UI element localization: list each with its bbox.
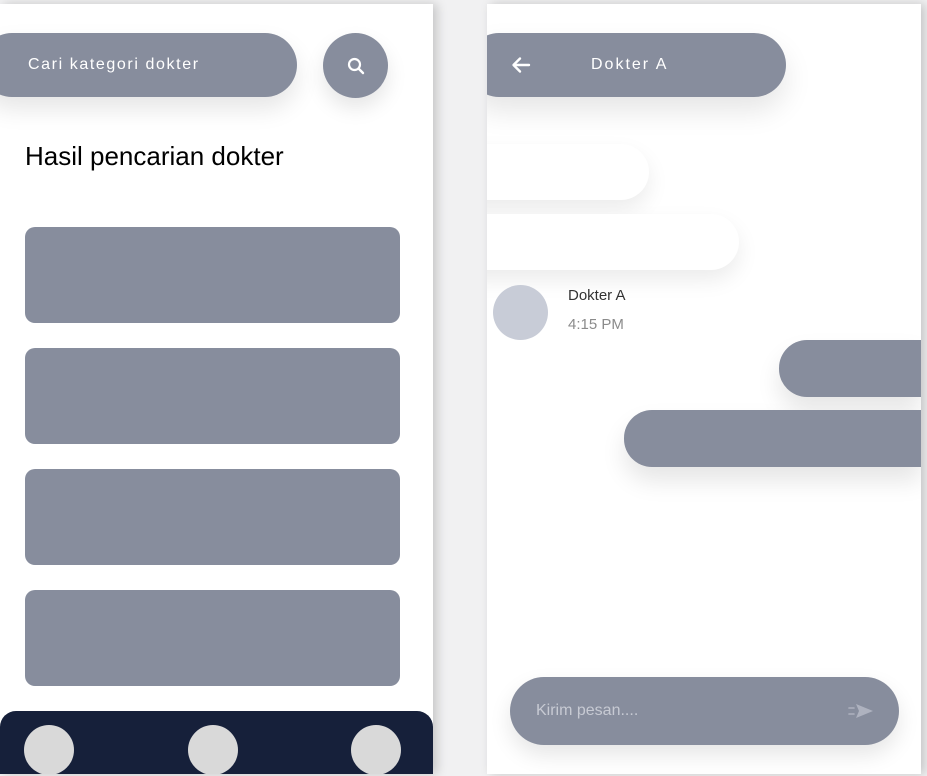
message-composer <box>510 677 899 745</box>
outgoing-message-bubble <box>624 410 921 467</box>
stage: Hasil pencarian dokter Dokter A Dokter A <box>0 0 927 776</box>
nav-button-2[interactable] <box>188 725 238 774</box>
doctor-result-card[interactable] <box>25 469 400 565</box>
arrow-left-icon <box>512 57 531 73</box>
incoming-message-bubble <box>487 144 649 200</box>
search-bar <box>0 33 297 97</box>
chat-screen: Dokter A Dokter A 4:15 PM <box>487 4 921 774</box>
message-time: 4:15 PM <box>568 316 624 333</box>
back-button[interactable] <box>507 51 535 79</box>
doctor-result-card[interactable] <box>25 227 400 323</box>
nav-button-3[interactable] <box>351 725 401 774</box>
chat-header: Dokter A <box>487 33 786 97</box>
search-input[interactable] <box>28 56 268 74</box>
avatar <box>493 285 548 340</box>
nav-button-1[interactable] <box>24 725 74 774</box>
search-button[interactable] <box>323 33 388 98</box>
search-results-screen: Hasil pencarian dokter <box>0 4 433 774</box>
outgoing-message-bubble <box>779 340 921 397</box>
chat-title: Dokter A <box>591 56 669 73</box>
send-button[interactable] <box>845 695 877 727</box>
doctor-result-card[interactable] <box>25 348 400 444</box>
incoming-message-bubble <box>487 214 739 270</box>
bottom-nav <box>0 711 433 774</box>
doctor-result-card[interactable] <box>25 590 400 686</box>
page-title: Hasil pencarian dokter <box>25 141 284 171</box>
send-icon <box>848 704 873 718</box>
search-icon <box>347 57 364 74</box>
sender-name: Dokter A <box>568 287 626 304</box>
message-input[interactable] <box>536 702 845 720</box>
